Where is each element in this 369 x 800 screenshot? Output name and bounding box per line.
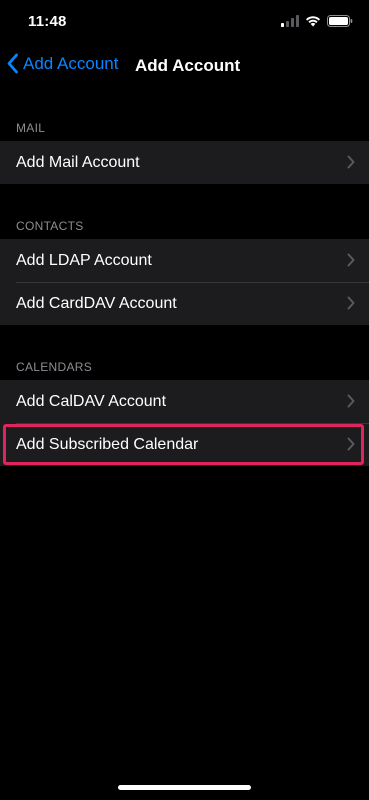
row-label: Add CalDAV Account (16, 392, 167, 410)
mail-group: Add Mail Account (0, 141, 369, 184)
add-subscribed-calendar-row[interactable]: Add Subscribed Calendar (0, 423, 369, 466)
chevron-right-icon (347, 253, 355, 267)
status-bar: 11:48 (0, 0, 369, 44)
navigation-bar: Add Account Add Account (0, 44, 369, 88)
status-icons (281, 15, 353, 27)
home-indicator[interactable] (118, 785, 251, 790)
add-mail-account-row[interactable]: Add Mail Account (0, 141, 369, 184)
chevron-right-icon (347, 437, 355, 451)
add-ldap-account-row[interactable]: Add LDAP Account (0, 239, 369, 282)
section-header-contacts: CONTACTS (16, 219, 84, 233)
back-button[interactable]: Add Account (6, 53, 118, 74)
add-caldav-account-row[interactable]: Add CalDAV Account (0, 380, 369, 423)
battery-icon (327, 15, 353, 27)
chevron-right-icon (347, 394, 355, 408)
add-carddav-account-row[interactable]: Add CardDAV Account (0, 282, 369, 325)
row-label: Add LDAP Account (16, 251, 152, 269)
row-label: Add CardDAV Account (16, 294, 177, 312)
chevron-left-icon (7, 53, 18, 74)
status-time: 11:48 (28, 13, 67, 30)
section-header-calendars: CALENDARS (16, 360, 93, 374)
calendars-group: Add CalDAV Account Add Subscribed Calend… (0, 380, 369, 466)
page-title: Add Account (135, 56, 241, 75)
row-label: Add Mail Account (16, 153, 140, 171)
wifi-icon (306, 16, 320, 27)
cellular-signal-icon (281, 15, 299, 27)
row-label: Add Subscribed Calendar (16, 435, 199, 453)
back-button-label: Add Account (23, 53, 119, 73)
chevron-right-icon (347, 296, 355, 310)
section-header-mail: MAIL (16, 121, 46, 135)
contacts-group: Add LDAP Account Add CardDAV Account (0, 239, 369, 325)
chevron-right-icon (347, 155, 355, 169)
